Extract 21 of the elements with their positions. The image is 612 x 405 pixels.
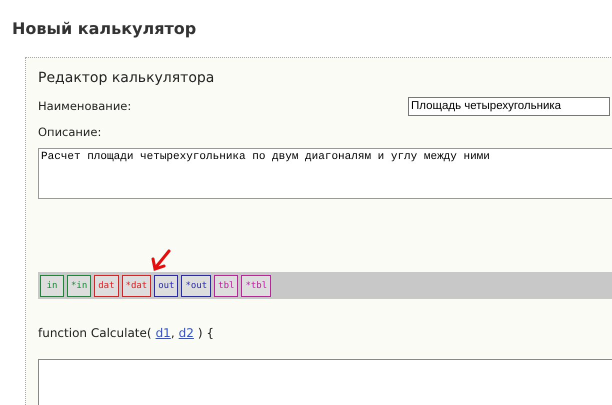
name-input[interactable]: Площадь четырехугольника: [408, 96, 610, 116]
insert-button[interactable]: out: [154, 274, 178, 296]
comma: ,: [170, 326, 175, 340]
insert-button[interactable]: *dat: [122, 274, 152, 296]
page-title: Новый калькулятор: [11, 18, 198, 39]
insert-button[interactable]: *tbl: [241, 274, 272, 296]
editor-heading: Редактор калькулятора: [38, 70, 216, 86]
insert-button[interactable]: tbl: [214, 274, 238, 296]
insert-button[interactable]: *out: [181, 274, 212, 296]
function-brace: ) {: [198, 326, 214, 340]
insert-button[interactable]: in: [40, 274, 64, 296]
parameter-link[interactable]: d2: [178, 326, 194, 340]
parameter-link[interactable]: d1: [156, 326, 171, 340]
insert-button[interactable]: *in: [67, 274, 92, 296]
name-label: Наименование:: [38, 99, 132, 113]
function-signature: function Calculate(: [38, 326, 152, 340]
insert-button[interactable]: dat: [94, 274, 119, 296]
arrow-annotation: [150, 248, 172, 272]
code-editor-field[interactable]: [38, 359, 612, 405]
description-label: Описание:: [38, 125, 102, 139]
description-field[interactable]: Расчет площади четырехугольника по двум диагоналям и углу между ними: [38, 148, 612, 199]
